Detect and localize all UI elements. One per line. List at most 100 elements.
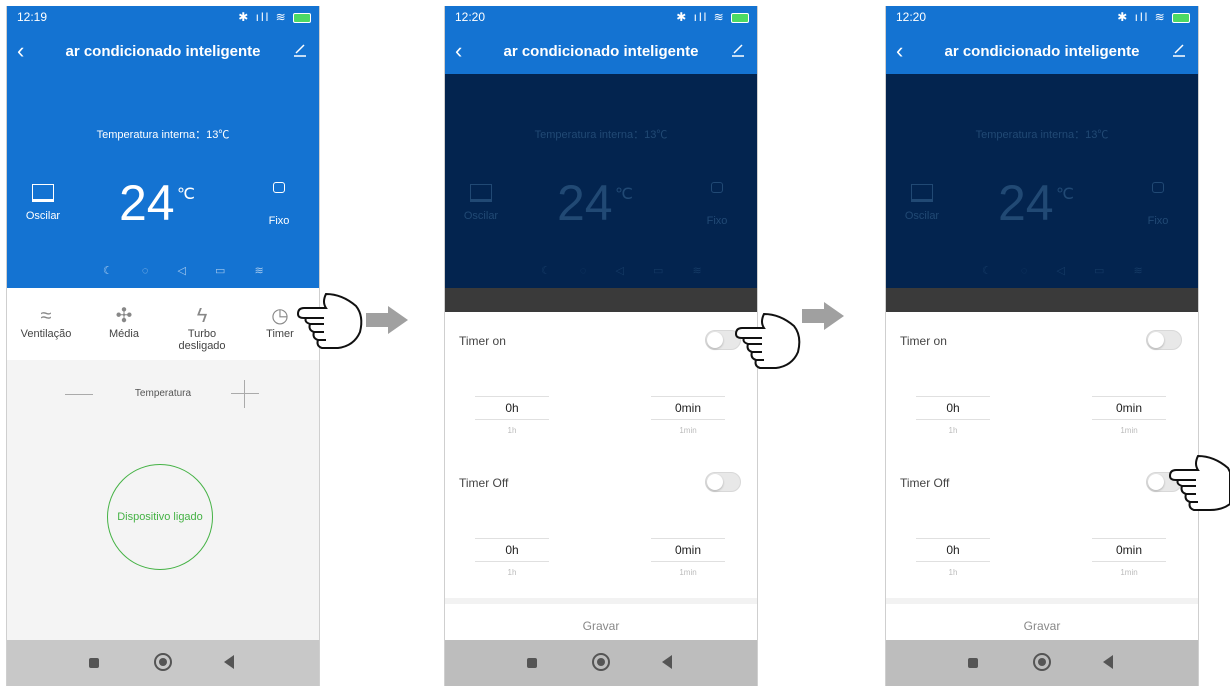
pointing-hand-icon (1168, 454, 1230, 511)
hero-panel-dimmed: Temperatura interna：13℃ Oscilar 24 ℃ Fix… (886, 74, 1198, 288)
power-button[interactable]: Dispositivo ligado (107, 464, 213, 570)
minutes-value: 0min (1115, 401, 1142, 415)
lightning-icon: ϟ (196, 305, 208, 327)
recent-apps-button[interactable] (89, 658, 99, 668)
status-bar: 12:19 ✱ ıll ≋ (7, 6, 319, 28)
oscillate-control: Oscilar (457, 184, 505, 222)
nav-back-button[interactable] (662, 655, 672, 669)
status-time: 12:19 (17, 10, 48, 24)
fixed-control[interactable]: Fixo (259, 182, 299, 227)
mode-ventilation[interactable]: ≈ Ventilação (9, 304, 83, 340)
app-header: ‹ ar condicionado inteligente (7, 28, 319, 74)
home-button[interactable] (592, 653, 610, 671)
fixed-label: Fixo (1147, 215, 1169, 227)
step-arrow (388, 306, 408, 334)
phone-screen-main: 12:19 ✱ ıll ≋ ‹ ar condicionado intelige… (6, 6, 320, 686)
fixed-icon (273, 182, 285, 193)
timer-off-minutes[interactable]: 0min 1min (1092, 534, 1166, 577)
minutes-next: 1min (679, 568, 697, 577)
status-bar: 12:20 ✱ ıll ≋ (886, 6, 1198, 28)
minutes-next: 1min (1120, 568, 1138, 577)
power-label: Dispositivo ligado (117, 511, 203, 523)
plus-icon (244, 380, 245, 408)
battery-icon (1172, 12, 1190, 23)
timer-on-label: Timer on (459, 334, 506, 348)
minutes-next: 1min (679, 426, 697, 435)
android-nav-bar (445, 640, 757, 686)
timer-off-toggle[interactable] (705, 472, 741, 492)
home-button[interactable] (1033, 653, 1051, 671)
status-icons: ✱ ıll ≋ (1117, 10, 1190, 24)
timer-off-hours[interactable]: 0h 1h (475, 534, 549, 577)
home-button[interactable] (154, 653, 172, 671)
setpoint-value: 24 (998, 175, 1054, 231)
hours-value: 0h (505, 401, 519, 415)
oscillate-control[interactable]: Oscilar (19, 184, 67, 222)
phone-screen-timer: 12:20 ✱ ıll ≋ ‹ ar condicionado intelige… (444, 6, 758, 686)
timer-on-minutes[interactable]: 0min 1min (1092, 392, 1166, 435)
phone-screen-timer-off: 12:20 ✱ ıll ≋ ‹ ar condicionado intelige… (885, 6, 1199, 686)
setpoint-unit: ℃ (615, 186, 633, 203)
ac-unit-icon (470, 184, 492, 202)
oscillate-label: Oscilar (463, 210, 499, 222)
oscillate-control: Oscilar (898, 184, 946, 222)
status-bar: 12:20 ✱ ıll ≋ (445, 6, 757, 28)
fixed-icon (711, 182, 723, 193)
app-header: ‹ ar condicionado inteligente (886, 28, 1198, 74)
increase-temp-button[interactable] (231, 393, 259, 394)
setpoint-value: 24 (119, 175, 175, 231)
timer-off-label: Timer Off (900, 476, 950, 490)
edit-icon[interactable] (731, 43, 745, 57)
timer-off-label: Timer Off (459, 476, 509, 490)
hours-value: 0h (946, 401, 960, 415)
hours-next: 1h (948, 426, 958, 435)
timer-on-toggle[interactable] (1146, 330, 1182, 350)
fixed-label: Fixo (706, 215, 728, 227)
mode-turbo[interactable]: ϟ Turbo desligado (165, 304, 239, 352)
battery-icon (293, 12, 311, 23)
mode-label: Timer (266, 328, 294, 340)
timer-on-hours[interactable]: 0h 1h (916, 392, 990, 435)
fixed-control: Fixo (1138, 182, 1178, 227)
hours-next: 1h (507, 568, 517, 577)
setpoint-unit: ℃ (1056, 186, 1074, 203)
app-header: ‹ ar condicionado inteligente (445, 28, 757, 74)
status-time: 12:20 (896, 10, 927, 24)
minutes-value: 0min (1115, 543, 1142, 557)
hours-value: 0h (505, 543, 519, 557)
recent-apps-button[interactable] (968, 658, 978, 668)
edit-icon[interactable] (293, 43, 307, 57)
timer-sheet: Timer on 0h 1h 0min 1min Timer Off 0h 1h 0m… (445, 312, 757, 644)
pointing-hand-icon (296, 292, 363, 349)
internal-temperature: Temperatura interna：13℃ (975, 129, 1109, 141)
internal-temperature: Temperatura interna：13℃ (96, 129, 230, 141)
mode-label: Média (109, 328, 139, 340)
step-arrow (824, 302, 844, 330)
battery-icon (731, 12, 749, 23)
edit-icon[interactable] (1172, 43, 1186, 57)
temperature-label: Temperatura (134, 388, 192, 399)
status-icons: ✱ ıll ≋ (676, 10, 749, 24)
dim-overlay (886, 288, 1198, 312)
minutes-value: 0min (674, 543, 701, 557)
nav-back-button[interactable] (224, 655, 234, 669)
mode-fan-speed[interactable]: ✣ Média (87, 304, 161, 340)
recent-apps-button[interactable] (527, 658, 537, 668)
hero-panel-dimmed: Temperatura interna：13℃ Oscilar 24 ℃ Fix… (445, 74, 757, 288)
feature-icons: ☾ ◌ ◁ ▭ ≋ (982, 265, 1156, 277)
page-title: ar condicionado inteligente (65, 43, 261, 60)
temperature-control: Temperatura (7, 366, 319, 416)
mode-label: Turbo desligado (178, 328, 226, 352)
step-arrow-body (802, 309, 824, 323)
mode-label: Ventilação (20, 328, 72, 340)
nav-back-button[interactable] (1103, 655, 1113, 669)
timer-off-minutes[interactable]: 0min 1min (651, 534, 725, 577)
dim-overlay (445, 288, 757, 312)
oscillate-label: Oscilar (25, 210, 61, 222)
page-title: ar condicionado inteligente (503, 43, 699, 60)
oscillate-label: Oscilar (904, 210, 940, 222)
timer-on-minutes[interactable]: 0min 1min (651, 392, 725, 435)
mode-bar: ≈ Ventilação ✣ Média ϟ Turbo desligado ◷ Tim… (7, 288, 319, 360)
timer-on-hours[interactable]: 0h 1h (475, 392, 549, 435)
timer-off-hours[interactable]: 0h 1h (916, 534, 990, 577)
